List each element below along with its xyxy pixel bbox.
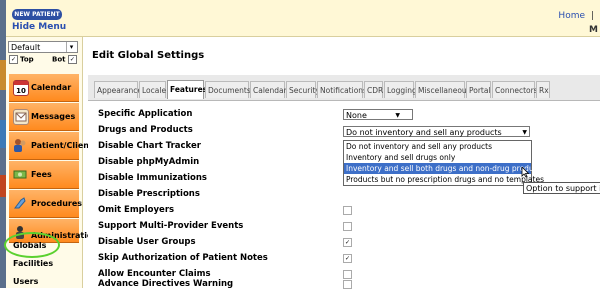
left-menu: Default ▾ ✓ Top Bot ✓ 10 Calendar Message… — [4, 37, 98, 288]
tab-logging[interactable]: Logging — [384, 81, 417, 98]
setting-label: Disable Chart Tracker — [98, 141, 201, 151]
menu-patient-label: Patient/Client — [31, 141, 93, 150]
calendar-icon: 10 — [13, 80, 29, 96]
top-checkbox[interactable]: ✓ — [9, 55, 18, 64]
settings-tab-bar: Appearance Locale Features Documents Cal… — [88, 75, 600, 101]
messages-icon — [13, 109, 29, 125]
tab-calendar[interactable]: Calendar — [250, 81, 287, 98]
svg-text:10: 10 — [16, 87, 26, 95]
tab-documents[interactable]: Documents — [205, 81, 251, 98]
setting-checkbox[interactable] — [343, 206, 352, 215]
menu-patient-client[interactable]: Patient/Client — [9, 132, 93, 160]
tab-miscellaneous[interactable]: Miscellaneous — [415, 81, 471, 98]
patient-icon — [13, 138, 27, 152]
header-user-initial: M — [589, 25, 598, 35]
tab-cdr[interactable]: CDR — [364, 81, 383, 98]
tab-notifications[interactable]: Notifications — [317, 81, 367, 98]
tab-security[interactable]: Security — [286, 81, 320, 98]
menu-calendar-label: Calendar — [31, 83, 72, 92]
specific-application-select[interactable]: None ▼ — [343, 109, 413, 120]
submenu-users[interactable]: Users — [9, 277, 79, 286]
tab-connectors[interactable]: Connectors — [492, 81, 538, 98]
main-content: Edit Global Settings Appearance Locale F… — [88, 37, 600, 289]
menu-messages-label: Messages — [31, 112, 76, 121]
menu-messages[interactable]: Messages — [9, 103, 79, 131]
setting-label: Disable User Groups — [98, 237, 196, 247]
setting-label: Specific Application — [98, 109, 193, 119]
setting-label: Disable Immunizations — [98, 173, 207, 183]
bot-checkbox-group[interactable]: Bot ✓ — [52, 55, 79, 64]
setting-label: Drugs and Products — [98, 125, 193, 135]
setting-checkbox[interactable]: ✓ — [343, 254, 352, 263]
bot-label: Bot — [52, 55, 66, 64]
menu-fees-label: Fees — [31, 170, 52, 179]
setting-label: Disable phpMyAdmin — [98, 157, 200, 167]
dropdown-option[interactable]: Do not inventory and sell any products — [344, 141, 531, 152]
chevron-down-icon: ▼ — [522, 129, 527, 136]
highlight-annotation-circle — [4, 232, 60, 258]
tab-features[interactable]: Features — [167, 80, 207, 99]
hide-menu-link[interactable]: Hide Menu — [12, 22, 66, 32]
dropdown-option-highlighted[interactable]: Inventory and sell both drugs and non-dr… — [344, 163, 545, 174]
drugs-products-dropdown-list: Do not inventory and sell any products I… — [343, 140, 545, 186]
setting-label: Disable Prescriptions — [98, 189, 200, 199]
home-link[interactable]: Home — [558, 11, 585, 21]
setting-label: Support Multi-Provider Events — [98, 221, 244, 231]
menu-fees[interactable]: Fees — [9, 161, 79, 189]
chevron-down-icon: ▾ — [66, 42, 76, 52]
setting-label: Allow Encounter Claims — [98, 269, 211, 279]
top-checkbox-group[interactable]: ✓ Top — [9, 55, 34, 64]
header-separator: | — [590, 11, 594, 21]
top-label: Top — [20, 55, 34, 64]
bot-checkbox[interactable]: ✓ — [67, 55, 77, 64]
mouse-pointer-icon — [521, 167, 530, 178]
option-tooltip: Option to support inventory — [523, 182, 600, 194]
top-header: NEW PATIENT Hide Menu Home | M — [6, 0, 600, 37]
dropdown-option[interactable]: Products but no prescription drugs and n… — [344, 174, 544, 185]
drugs-products-select[interactable]: Do not inventory and sell any products ▼ — [343, 126, 530, 137]
tab-portal[interactable]: Portal — [466, 81, 491, 98]
setting-checkbox[interactable] — [343, 222, 352, 231]
menu-calendar[interactable]: 10 Calendar — [9, 74, 79, 102]
setting-label: Omit Employers — [98, 205, 175, 215]
tab-appearance[interactable]: Appearance — [94, 81, 142, 98]
menu-procedures[interactable]: Procedures — [9, 190, 83, 218]
tab-locale[interactable]: Locale — [139, 81, 166, 98]
dropdown-option[interactable]: Inventory and sell drugs only — [344, 152, 531, 163]
setting-checkbox[interactable]: ✓ — [343, 238, 352, 247]
layout-select[interactable]: Default ▾ — [8, 41, 78, 53]
page-title: Edit Global Settings — [92, 50, 205, 61]
tab-rx[interactable]: Rx — [536, 81, 550, 98]
chevron-down-icon: ▼ — [395, 112, 400, 119]
fees-icon — [13, 167, 27, 181]
specific-application-value: None — [346, 111, 367, 120]
menu-procedures-label: Procedures — [31, 199, 83, 208]
layout-select-value: Default — [11, 43, 41, 52]
drugs-products-value: Do not inventory and sell any products — [346, 128, 502, 137]
setting-label: Skip Authorization of Patient Notes — [98, 253, 268, 263]
procedures-icon — [13, 196, 27, 210]
new-patient-button[interactable]: NEW PATIENT — [12, 9, 62, 20]
setting-checkbox[interactable] — [343, 270, 352, 279]
submenu-facilities[interactable]: Facilities — [9, 259, 79, 268]
